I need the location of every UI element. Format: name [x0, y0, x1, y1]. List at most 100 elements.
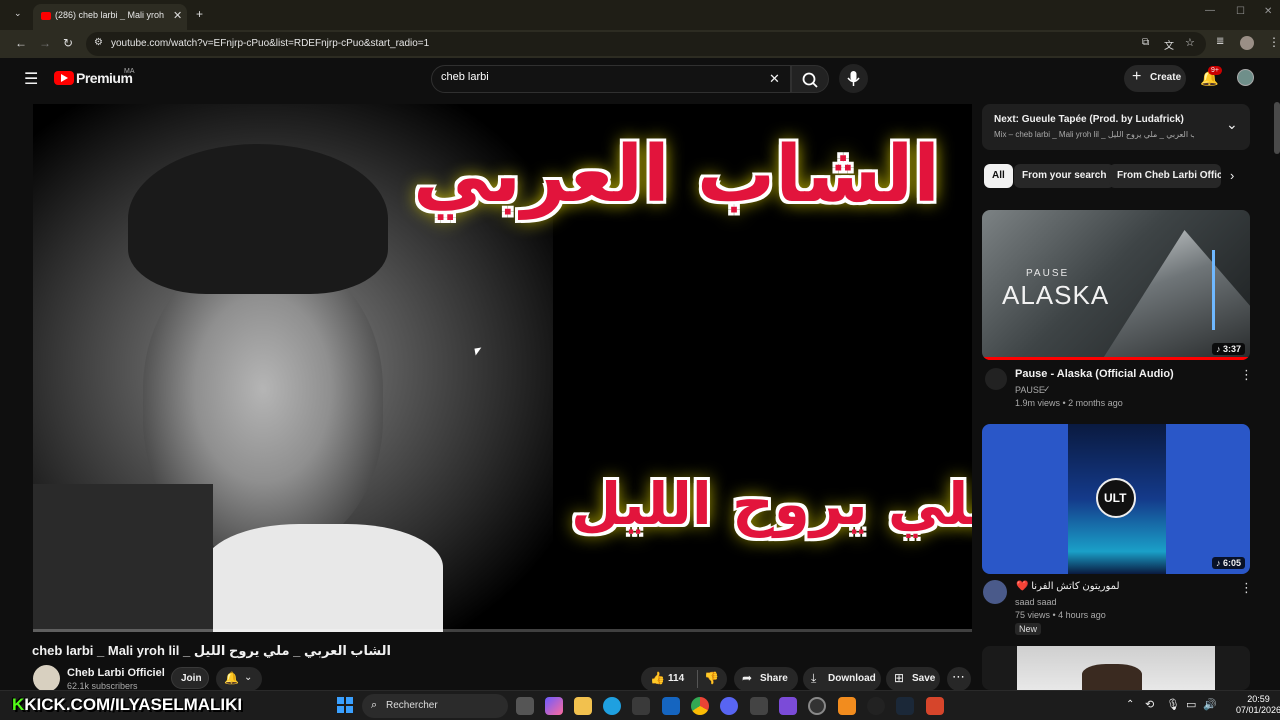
subscribe-bell-button[interactable]: 🔔 ⌄ [216, 667, 262, 691]
clock-date: 07/01/2026 [1236, 705, 1280, 715]
extensions-icon[interactable]: ≣ [1216, 36, 1224, 47]
recommendation-channel-1[interactable]: PAUSE [1015, 385, 1045, 395]
bookmark-star-icon[interactable]: ☆ [1185, 36, 1195, 49]
video-progress-bar[interactable] [33, 629, 972, 632]
video-player[interactable]: الشاب العربي ملي يروح الليل [33, 104, 972, 632]
notifications-button[interactable]: 🔔 9+ [1200, 66, 1222, 88]
recommendation-channel-2[interactable]: saad saad [1015, 597, 1057, 607]
chip-all[interactable]: All [984, 164, 1013, 188]
mouse-cursor [474, 347, 483, 356]
recommendation-meta-2: 75 views • 4 hours ago [1015, 610, 1106, 620]
stair-light [1212, 250, 1215, 330]
volume-icon[interactable]: 🔊 [1203, 698, 1217, 711]
recommendation-menu-icon[interactable]: ⋮ [1240, 580, 1253, 596]
voice-search-button[interactable] [839, 64, 868, 93]
forward-icon[interactable]: → [39, 36, 51, 50]
share-button[interactable]: ➦ Share [734, 667, 798, 691]
chrome-icon[interactable] [691, 697, 709, 715]
youtube-favicon-icon [41, 12, 51, 20]
save-button[interactable]: ⊞ Save [886, 667, 940, 691]
save-label: Save [912, 673, 936, 684]
channel-avatar-saad[interactable] [983, 580, 1007, 604]
recommendation-thumbnail-2[interactable]: ULT ♪ 6:05 [982, 424, 1250, 574]
video-overlay-title: الشاب العربي [413, 130, 940, 220]
channel-avatar[interactable] [33, 665, 60, 692]
copilot-icon[interactable] [545, 697, 563, 715]
translate-icon[interactable]: 文 [1164, 37, 1174, 52]
expand-chevron-icon[interactable]: ⌄ [1226, 116, 1238, 133]
download-button[interactable]: ⤓ Download [803, 667, 881, 691]
create-button[interactable]: + Create [1124, 65, 1186, 92]
obs-icon[interactable] [808, 697, 826, 715]
tab-list-icon[interactable]: ⌄ [14, 8, 22, 19]
youtube-logo-icon[interactable] [54, 71, 74, 85]
dislike-button[interactable]: 👎 [704, 671, 719, 685]
profile-avatar[interactable] [1240, 36, 1254, 50]
join-button[interactable]: Join [171, 667, 209, 689]
reload-icon[interactable]: ↻ [63, 36, 73, 50]
kick-watermark: KKICK.COM/ILYASELMALIKI [12, 695, 243, 714]
edge-icon[interactable] [603, 697, 621, 715]
recommendation-title-1[interactable]: Pause - Alaska (Official Audio) [1015, 368, 1174, 380]
network-icon[interactable]: ▭ [1186, 698, 1196, 711]
recommendation-meta-1: 1.9m views • 2 months ago [1015, 398, 1123, 408]
channel-name[interactable]: Cheb Larbi Officiel [67, 667, 165, 679]
search-button[interactable] [791, 65, 829, 93]
game-icon[interactable] [779, 697, 797, 715]
taskbar-search[interactable]: ⌕ Rechercher [362, 694, 508, 718]
browser-menu-icon[interactable]: ⋮ [1268, 35, 1280, 49]
clear-search-icon[interactable]: ✕ [769, 71, 780, 87]
channel-avatar-pause[interactable] [985, 368, 1007, 390]
discord-icon[interactable] [720, 697, 738, 715]
account-avatar[interactable] [1237, 69, 1254, 86]
chip-from-search[interactable]: From your search [1014, 164, 1115, 188]
chips-next-icon[interactable]: › [1230, 168, 1234, 183]
search-input[interactable] [441, 71, 741, 83]
playlist-next-panel[interactable]: Next: Gueule Tapée (Prod. by Ludafrick) … [982, 104, 1250, 150]
windows-start-icon[interactable] [337, 697, 353, 713]
back-icon[interactable]: ← [15, 36, 27, 50]
new-tab-icon[interactable]: + [196, 7, 203, 21]
new-badge: New [1015, 623, 1042, 635]
app-icon-red[interactable] [926, 697, 944, 715]
like-button[interactable]: 👍 [650, 671, 665, 685]
minimize-icon[interactable]: — [1205, 5, 1215, 16]
system-clock[interactable]: 20:59 07/01/2026 [1236, 694, 1280, 716]
app-icon-dark[interactable] [867, 697, 885, 715]
ult-logo-icon: ULT [1096, 478, 1136, 518]
verified-icon: ✓ [1043, 384, 1051, 394]
thumbs-down-icon: 👎 [704, 671, 719, 685]
browser-tab[interactable]: (286) cheb larbi _ Mali yroh ✕ [33, 4, 187, 30]
recommendation-thumbnail-3[interactable] [982, 646, 1250, 690]
more-actions-button[interactable]: ⋯ [947, 667, 971, 691]
address-bar[interactable]: ⚙ youtube.com/watch?v=EFnjrp-cPuo&list=R… [86, 32, 1206, 56]
task-view-icon[interactable] [516, 697, 534, 715]
window-close-icon[interactable]: ✕ [1264, 6, 1272, 17]
microphone-tray-icon[interactable]: 🎙 [1166, 698, 1180, 711]
page-scrollbar[interactable] [1274, 102, 1280, 154]
hamburger-menu-icon[interactable]: ☰ [24, 69, 38, 89]
tab-close-icon[interactable]: ✕ [173, 9, 182, 22]
windows-taskbar: KKICK.COM/ILYASELMALIKI ⌕ Rechercher ⌃ ⟲… [0, 690, 1280, 720]
steam-icon[interactable] [896, 697, 914, 715]
duration-badge: ♪ 6:05 [1211, 557, 1245, 569]
photos-icon[interactable] [750, 697, 768, 715]
chip-from-channel[interactable]: From Cheb Larbi Offici [1109, 164, 1221, 188]
recommendation-title-2[interactable]: ❤️ لموريتون كاتش الفرنا [1016, 581, 1120, 592]
play-icon: ♪ [1215, 558, 1223, 568]
tray-chevron-icon[interactable]: ⌃ [1126, 699, 1134, 710]
like-dislike-group: 👍 114 👎 [641, 667, 727, 691]
microphone-icon [847, 71, 860, 86]
store-icon[interactable] [632, 697, 650, 715]
file-explorer-icon[interactable] [574, 697, 592, 715]
maximize-icon[interactable]: ☐ [1236, 6, 1245, 17]
site-info-icon[interactable]: ⚙ [94, 37, 103, 48]
app-icon-orange[interactable] [838, 697, 856, 715]
save-playlist-icon: ⊞ [894, 671, 905, 685]
recommendation-thumbnail-1[interactable]: PAUSE ALASKA ♪ 3:37 [982, 210, 1250, 360]
browser-toolbar: ← → ↻ ⚙ youtube.com/watch?v=EFnjrp-cPuo&… [0, 30, 1280, 58]
outlook-icon[interactable] [662, 697, 680, 715]
install-app-icon[interactable]: ⧉ [1142, 37, 1149, 48]
recommendation-menu-icon[interactable]: ⋮ [1240, 367, 1253, 383]
tray-app-icon[interactable]: ⟲ [1145, 698, 1154, 711]
